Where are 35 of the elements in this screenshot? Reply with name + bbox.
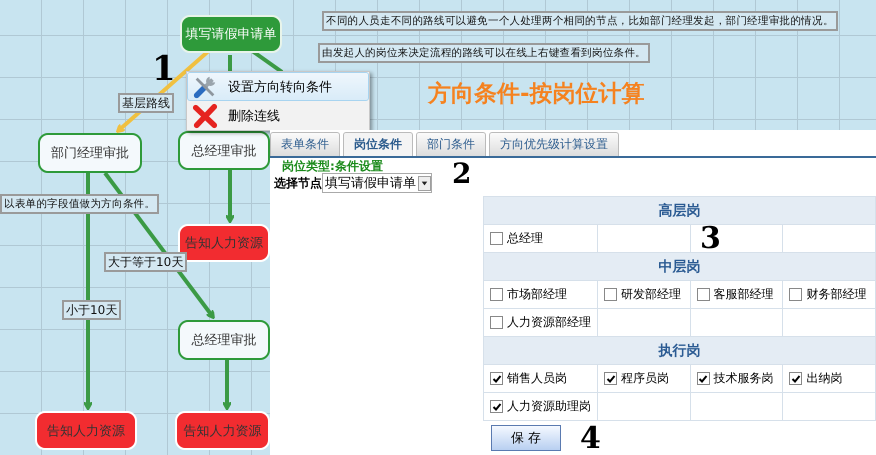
section-title: 岗位类型:条件设置 (282, 159, 383, 173)
handwritten-number: 1 (152, 52, 176, 86)
connector-label: 大于等于10天 (104, 252, 188, 272)
tab[interactable]: 方向优先级计算设置 (489, 132, 619, 156)
node-dropdown[interactable]: 填写请假申请单 (322, 173, 432, 193)
flow-node[interactable]: 总经理审批 (178, 320, 270, 360)
field-label: 选择节点 (274, 174, 322, 192)
checkmark-icon (606, 374, 616, 384)
note-label: 以表单的字段值做为方向条件。 (0, 194, 160, 214)
handwritten-number: 3 (700, 224, 721, 254)
flow-node[interactable]: 填写请假申请单 (180, 15, 282, 53)
menu-item[interactable]: 设置方向转向条件 (187, 72, 369, 101)
note-label: 由发起人的岗位来决定流程的路线可以在线上右键查看到岗位条件。 (318, 43, 650, 63)
flow-node[interactable]: 部门经理审批 (38, 133, 142, 173)
tab[interactable]: 表单条件 (270, 132, 340, 156)
checkmark-icon (790, 374, 801, 384)
handwritten-number: 2 (452, 160, 472, 188)
tab[interactable]: 岗位条件 (343, 132, 413, 156)
flow-node[interactable]: 总经理审批 (178, 131, 270, 170)
delete-icon (192, 102, 218, 128)
note-label: 不同的人员走不同的路线可以避免一个人处理两个相同的节点，比如部门经理发起，部门经理审批的情况。 (322, 11, 838, 31)
menu-item[interactable]: 删除连线 (187, 101, 369, 130)
group-header: 高层岗 (484, 196, 876, 224)
tab[interactable]: 部门条件 (416, 132, 486, 156)
handwritten-number: 4 (580, 424, 601, 454)
group-header: 中层岗 (484, 252, 876, 280)
checkmark-icon (492, 374, 502, 384)
dropdown-icon (418, 176, 431, 190)
checkmark-icon (698, 374, 708, 384)
diagram-title: 方向条件-按岗位计算 (428, 80, 645, 109)
connector-label: 小于10天 (62, 300, 122, 320)
checkmark-icon (492, 402, 502, 412)
save-button[interactable]: 保 存 (491, 425, 561, 451)
connector-label: 基层路线 (118, 93, 174, 113)
group-header: 执行岗 (484, 336, 876, 364)
